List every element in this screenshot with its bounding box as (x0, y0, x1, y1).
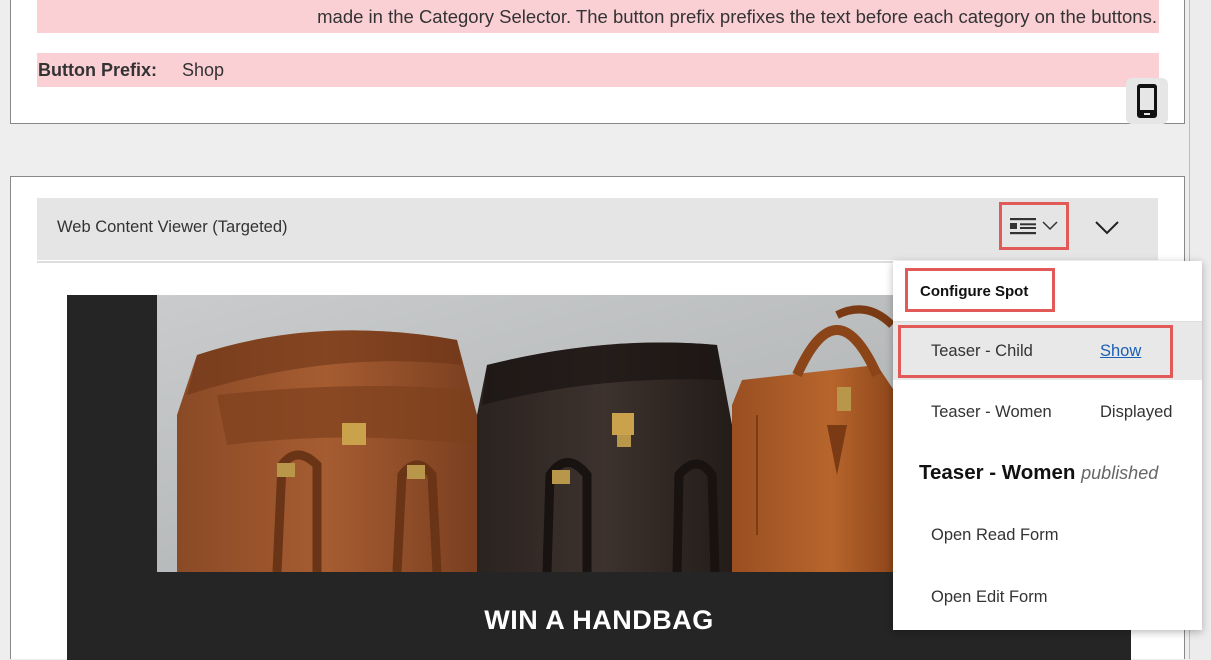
open-edit-form-item[interactable]: Open Edit Form (893, 573, 1202, 623)
portlet-title: Web Content Viewer (Targeted) (57, 218, 288, 236)
open-read-form-item[interactable]: Open Read Form (893, 511, 1202, 561)
collapse-portlet-button[interactable] (1093, 214, 1121, 242)
description-text: made in the Category Selector. The butto… (317, 6, 1157, 27)
portlet-header: Web Content Viewer (Targeted) (37, 198, 1158, 260)
mobile-phone-icon (1137, 84, 1157, 118)
menu-item-teaser-women[interactable]: Teaser - Women Displayed (893, 381, 1202, 441)
menu-item-label: Open Read Form (931, 526, 1059, 544)
category-config-panel: made in the Category Selector. The butto… (10, 0, 1185, 124)
menu-item-label: Teaser - Child (931, 342, 1033, 360)
published-teaser-title: Teaser - Women published (919, 461, 1158, 485)
configure-spot-item[interactable]: Configure Spot (905, 268, 1055, 312)
chevron-down-icon (1095, 221, 1119, 235)
mobile-preview-button[interactable] (1126, 78, 1168, 124)
spot-menu-button[interactable] (999, 202, 1069, 250)
button-prefix-row: Button Prefix: Shop (37, 53, 1159, 87)
layout-list-icon (1010, 218, 1036, 235)
button-prefix-label: Button Prefix: (38, 60, 157, 80)
published-status: published (1081, 463, 1159, 483)
displayed-status: Displayed (1100, 403, 1173, 421)
button-prefix-value: Shop (182, 60, 225, 80)
published-teaser-label: Teaser - Women (919, 461, 1076, 484)
menu-item-label: Teaser - Women (931, 403, 1052, 421)
menu-item-label: Open Edit Form (931, 588, 1048, 606)
description-band: made in the Category Selector. The butto… (37, 0, 1159, 33)
menu-item-teaser-child[interactable]: Teaser - Child Show (893, 322, 1202, 380)
spot-dropdown-menu: Configure Spot Teaser - Child Show Tease… (893, 261, 1202, 630)
chevron-down-icon (1042, 221, 1058, 231)
show-link[interactable]: Show (1100, 342, 1141, 361)
